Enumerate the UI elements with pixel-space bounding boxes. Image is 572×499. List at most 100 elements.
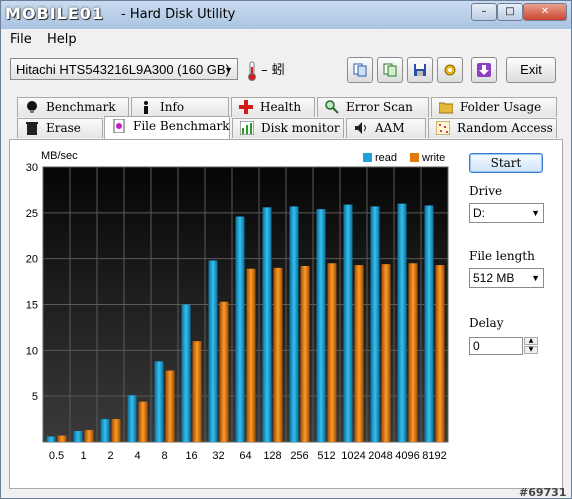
x-tick-label: 2 [107, 450, 113, 462]
bar-read [208, 260, 218, 442]
minimize-button[interactable]: – [471, 3, 497, 21]
options-button[interactable] [437, 57, 463, 83]
tab-folder-usage[interactable]: Folder Usage [431, 97, 557, 117]
y-tick-label: 20 [26, 254, 38, 266]
copy-icon [353, 63, 367, 77]
bar-write [111, 419, 121, 442]
download-icon [477, 63, 491, 77]
bar-write [246, 268, 256, 442]
file-length-label: File length [469, 249, 535, 263]
delay-label: Delay [469, 316, 504, 330]
window-title: - Hard Disk Utility [121, 7, 236, 22]
copy-info-button[interactable] [377, 57, 403, 83]
bar-write [327, 263, 337, 442]
tab-random-access[interactable]: Random Access [428, 118, 557, 138]
bar-write [192, 341, 202, 442]
folder-icon [439, 102, 453, 114]
x-tick-label: 1 [80, 450, 86, 462]
bar-read [127, 395, 137, 442]
bar-read [46, 436, 56, 442]
x-tick-label: 8 [161, 450, 167, 462]
chevron-down-icon: ▼ [224, 65, 233, 75]
y-tick-label: 5 [32, 391, 38, 403]
bar-read [424, 205, 434, 442]
temperature-display: – 蚓 [247, 59, 285, 81]
legend-label-write: write [421, 152, 445, 164]
bar-write [435, 265, 445, 442]
bar-read [262, 207, 272, 442]
delay-up-button[interactable]: ▲ [524, 337, 538, 345]
y-tick-label: 30 [26, 162, 38, 174]
save-icon [414, 64, 426, 76]
delay-input[interactable]: 0 [469, 337, 523, 355]
file-length-select[interactable]: 512 MB ▼ [469, 268, 544, 288]
trash-icon [26, 122, 38, 135]
menu-file[interactable]: File [10, 32, 32, 47]
speaker-icon [355, 122, 366, 134]
brand-logo: MOBILE01 [5, 4, 105, 23]
disk-select[interactable]: Hitachi HTS543216L9A300 (160 GB) ▼ [10, 58, 238, 80]
benchmark-chart: 5 10 15 20 25 30MB/sec 0.5 1 2 4 8 16 32 64 128 256 512 1… [26, 150, 449, 462]
tab-health[interactable]: Health [231, 97, 315, 117]
y-tick-label: 25 [26, 208, 38, 220]
app-window: MOBILE01 - Hard Disk Utility – □ ✕ File … [0, 0, 572, 499]
bar-write [381, 264, 391, 442]
watermark: #69731 [519, 486, 567, 499]
copy-button[interactable] [347, 57, 373, 83]
tab-disk-monitor[interactable]: Disk monitor [232, 118, 344, 138]
monitor-chart-icon [240, 121, 254, 135]
x-tick-label: 4 [134, 450, 140, 462]
menu-help[interactable]: Help [47, 32, 77, 47]
x-tick-label: 2048 [368, 450, 392, 462]
save-button[interactable] [407, 57, 433, 83]
magnifier-icon [325, 100, 339, 114]
exit-button[interactable]: Exit [506, 57, 556, 83]
bar-write [273, 267, 283, 442]
drive-select[interactable]: D: ▼ [469, 203, 544, 223]
toolbar: Hitachi HTS543216L9A300 (160 GB) ▼ – 蚓 E… [1, 51, 571, 95]
x-tick-label: 16 [185, 450, 197, 462]
drive-select-value: D: [473, 206, 485, 220]
drive-label: Drive [469, 184, 503, 198]
x-tick-label: 8192 [422, 450, 446, 462]
maximize-button[interactable]: □ [497, 3, 523, 21]
thermometer-icon [248, 61, 256, 81]
x-tick-label: 128 [263, 450, 281, 462]
bar-write [408, 263, 418, 442]
x-tick-label: 4096 [395, 450, 419, 462]
tab-file-benchmark[interactable]: File Benchmark [104, 116, 230, 139]
x-tick-label: 0.5 [49, 450, 64, 462]
temperature-value: – 蚓 [261, 63, 285, 78]
x-tick-label: 1024 [341, 450, 365, 462]
bar-read [343, 204, 353, 442]
bar-read [154, 361, 164, 442]
menu-bar: File Help [1, 29, 571, 51]
bar-write [300, 266, 310, 442]
bar-read [316, 209, 326, 442]
tab-aam[interactable]: AAM [346, 118, 426, 138]
file-benchmark-icon [113, 119, 125, 133]
tab-info[interactable]: Info [131, 97, 229, 117]
info-icon [144, 101, 148, 114]
bar-read [181, 304, 191, 442]
delay-down-button[interactable]: ▼ [524, 346, 538, 354]
tab-benchmark[interactable]: Benchmark [17, 97, 129, 117]
y-tick-label: 15 [26, 300, 38, 312]
bar-write [57, 435, 67, 442]
bar-read [100, 419, 110, 442]
legend-swatch-write [410, 153, 419, 162]
bar-write [165, 370, 175, 442]
start-button[interactable]: Start [469, 153, 543, 173]
download-button[interactable] [471, 57, 497, 83]
bulb-icon [27, 101, 37, 113]
close-button[interactable]: ✕ [523, 3, 567, 21]
tab-error-scan[interactable]: Error Scan [317, 97, 429, 117]
bar-write [219, 301, 229, 442]
y-tick-label: 10 [26, 345, 38, 357]
legend-label-read: read [375, 152, 397, 164]
bar-write [138, 401, 148, 442]
bar-read [397, 203, 407, 442]
tab-erase[interactable]: Erase [17, 118, 103, 138]
random-access-icon [436, 121, 450, 135]
health-cross-icon [239, 100, 253, 114]
